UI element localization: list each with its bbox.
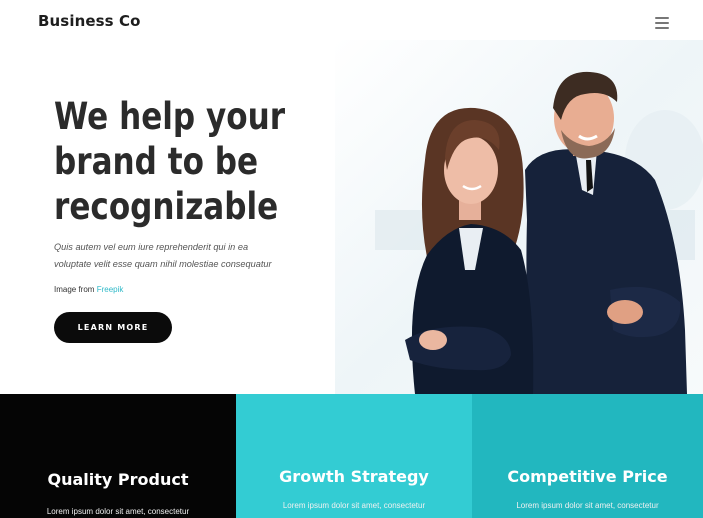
feature-title: Competitive Price <box>507 467 668 486</box>
menu-bar <box>655 27 669 29</box>
image-credit-prefix: Image from <box>54 285 95 294</box>
features-section: Quality Product Lorem ipsum dolor sit am… <box>0 394 703 518</box>
feature-text: Lorem ipsum dolor sit amet, consectetur <box>46 507 190 516</box>
menu-bar <box>655 17 669 19</box>
hero-title-line: brand to be <box>54 140 259 183</box>
menu-bar <box>655 22 669 24</box>
hero-image <box>335 40 703 394</box>
brand-logo[interactable]: Business Co <box>38 12 141 30</box>
feature-text: Lorem ipsum dolor sit amet, consectetur <box>516 501 659 510</box>
feature-card-quality-product: Quality Product Lorem ipsum dolor sit am… <box>0 394 236 518</box>
hero-subtitle: Quis autem vel eum iure reprehenderit qu… <box>54 239 354 273</box>
image-credit: Image from Freepik <box>54 285 123 294</box>
learn-more-button[interactable]: LEARN MORE <box>54 312 172 343</box>
feature-card-competitive-price: Competitive Price Lorem ipsum dolor sit … <box>472 394 703 518</box>
feature-card-growth-strategy: Growth Strategy Lorem ipsum dolor sit am… <box>236 394 472 518</box>
hero-title-line: recognizable <box>54 185 279 228</box>
feature-title: Growth Strategy <box>279 467 429 486</box>
hero-subtitle-line: voluptate velit esse quam nihil molestia… <box>54 259 272 269</box>
feature-title: Quality Product <box>47 470 189 489</box>
hero-title-line: We help your <box>54 95 286 138</box>
freepik-link[interactable]: Freepik <box>97 285 124 294</box>
hamburger-menu-icon[interactable] <box>655 17 669 29</box>
feature-text: Lorem ipsum dolor sit amet, consectetur <box>282 501 426 510</box>
hero-title: We help your brand to be recognizable <box>54 94 331 229</box>
hero-subtitle-line: Quis autem vel eum iure reprehenderit qu… <box>54 242 249 252</box>
